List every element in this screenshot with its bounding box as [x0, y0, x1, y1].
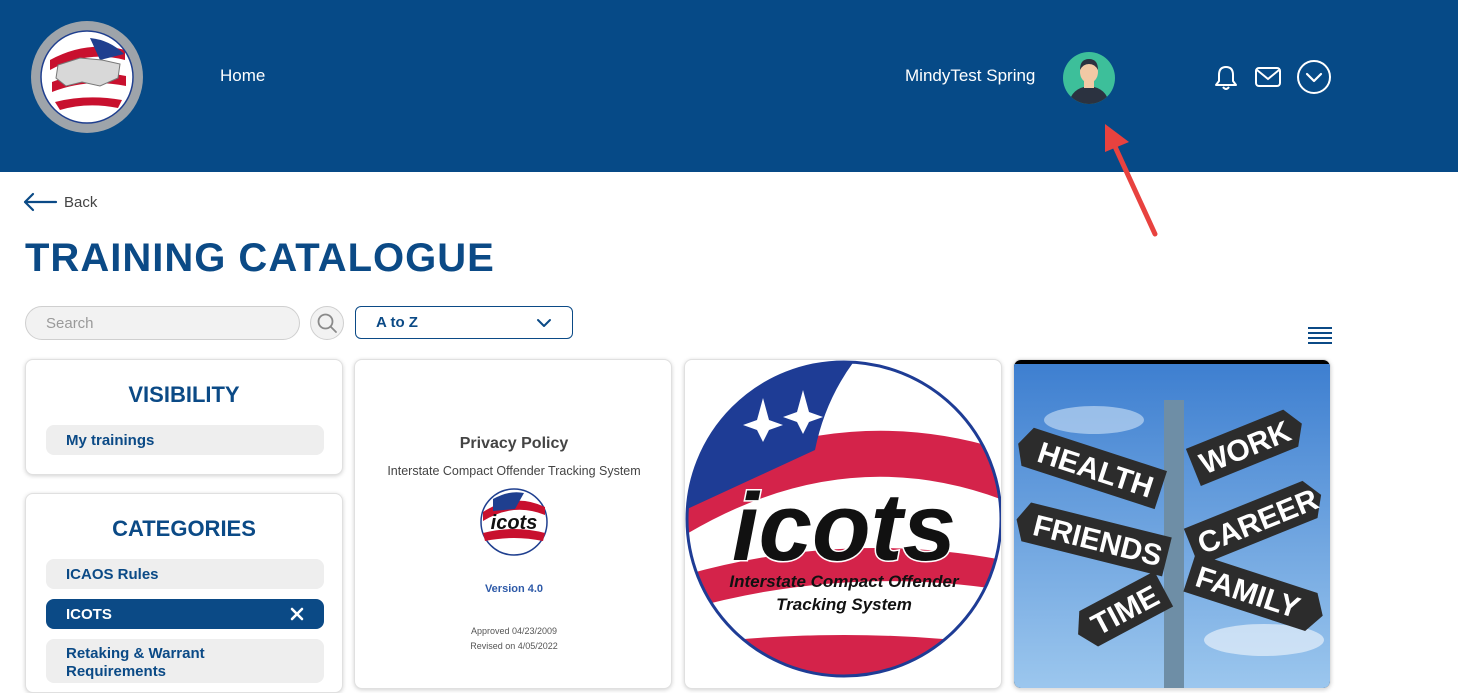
commission-seal-logo[interactable]	[30, 20, 144, 134]
card-title: Privacy Policy	[459, 435, 569, 452]
close-icon[interactable]	[290, 607, 304, 621]
sort-select[interactable]: A to Z	[355, 306, 573, 339]
page-title: TRAINING CATALOGUE	[25, 236, 495, 280]
bell-icon[interactable]	[1211, 62, 1241, 92]
icots-tagline-1: Interstate Compact Offender	[729, 572, 960, 591]
chevron-down-circle-icon[interactable]	[1296, 59, 1332, 95]
chevron-down-icon	[537, 318, 551, 327]
card-approved-date: Approved 04/23/2009	[470, 626, 558, 636]
visibility-panel: VISIBILITY My trainings	[25, 359, 343, 475]
sort-selected-value: A to Z	[376, 314, 418, 331]
category-chip-icaos-rules[interactable]: ICAOS Rules	[46, 559, 324, 589]
list-view-icon[interactable]	[1307, 325, 1333, 345]
categories-panel: CATEGORIES ICAOS Rules ICOTS Retaking & …	[25, 493, 343, 693]
user-name[interactable]: MindyTest Spring	[905, 66, 1035, 86]
icots-logo-small: icots	[480, 488, 548, 556]
signpost-image: HEALTH WORK FRIENDS CAREER TIME FAMILY	[1014, 360, 1330, 688]
chip-label: My trainings	[66, 431, 155, 449]
icots-tagline-2: Tracking System	[776, 595, 912, 614]
filter-chip-my-trainings[interactable]: My trainings	[46, 425, 324, 455]
chip-label: ICAOS Rules	[66, 565, 159, 583]
icots-logo-text: icots	[732, 474, 956, 581]
category-chip-retaking-warrant[interactable]: Retaking & Warrant Requirements	[46, 639, 324, 683]
search-input[interactable]	[25, 306, 300, 340]
annotation-arrow	[1105, 124, 1158, 237]
top-header: Home MindyTest Spring	[0, 0, 1458, 172]
icots-logo-text: icots	[491, 512, 538, 534]
visibility-title: VISIBILITY	[128, 382, 240, 407]
chip-label: ICOTS	[66, 605, 112, 623]
search-icon	[317, 313, 337, 333]
card-revised-date: Revised on 4/05/2022	[470, 641, 558, 651]
card-version: Version 4.0	[484, 583, 544, 595]
search-button[interactable]	[310, 306, 344, 340]
nav-home-link[interactable]: Home	[220, 66, 265, 86]
avatar-icon[interactable]	[1063, 52, 1115, 104]
back-label: Back	[64, 193, 98, 211]
course-card-icots[interactable]: icots Interstate Compact Offender Tracki…	[684, 359, 1002, 689]
course-card-signpost[interactable]: HEALTH WORK FRIENDS CAREER TIME FAMILY	[1013, 359, 1331, 689]
chip-label: Retaking & Warrant Requirements	[66, 645, 205, 680]
icots-logo-large: icots Interstate Compact Offender Tracki…	[685, 360, 1001, 678]
back-arrow-icon	[23, 192, 58, 212]
category-chip-icots[interactable]: ICOTS	[46, 599, 324, 629]
course-card-privacy-policy[interactable]: Privacy Policy Interstate Compact Offend…	[354, 359, 672, 689]
mail-icon[interactable]	[1253, 62, 1283, 92]
back-link[interactable]: Back	[22, 192, 97, 212]
categories-title: CATEGORIES	[112, 516, 256, 541]
card-subtitle: Interstate Compact Offender Tracking Sys…	[387, 464, 641, 478]
